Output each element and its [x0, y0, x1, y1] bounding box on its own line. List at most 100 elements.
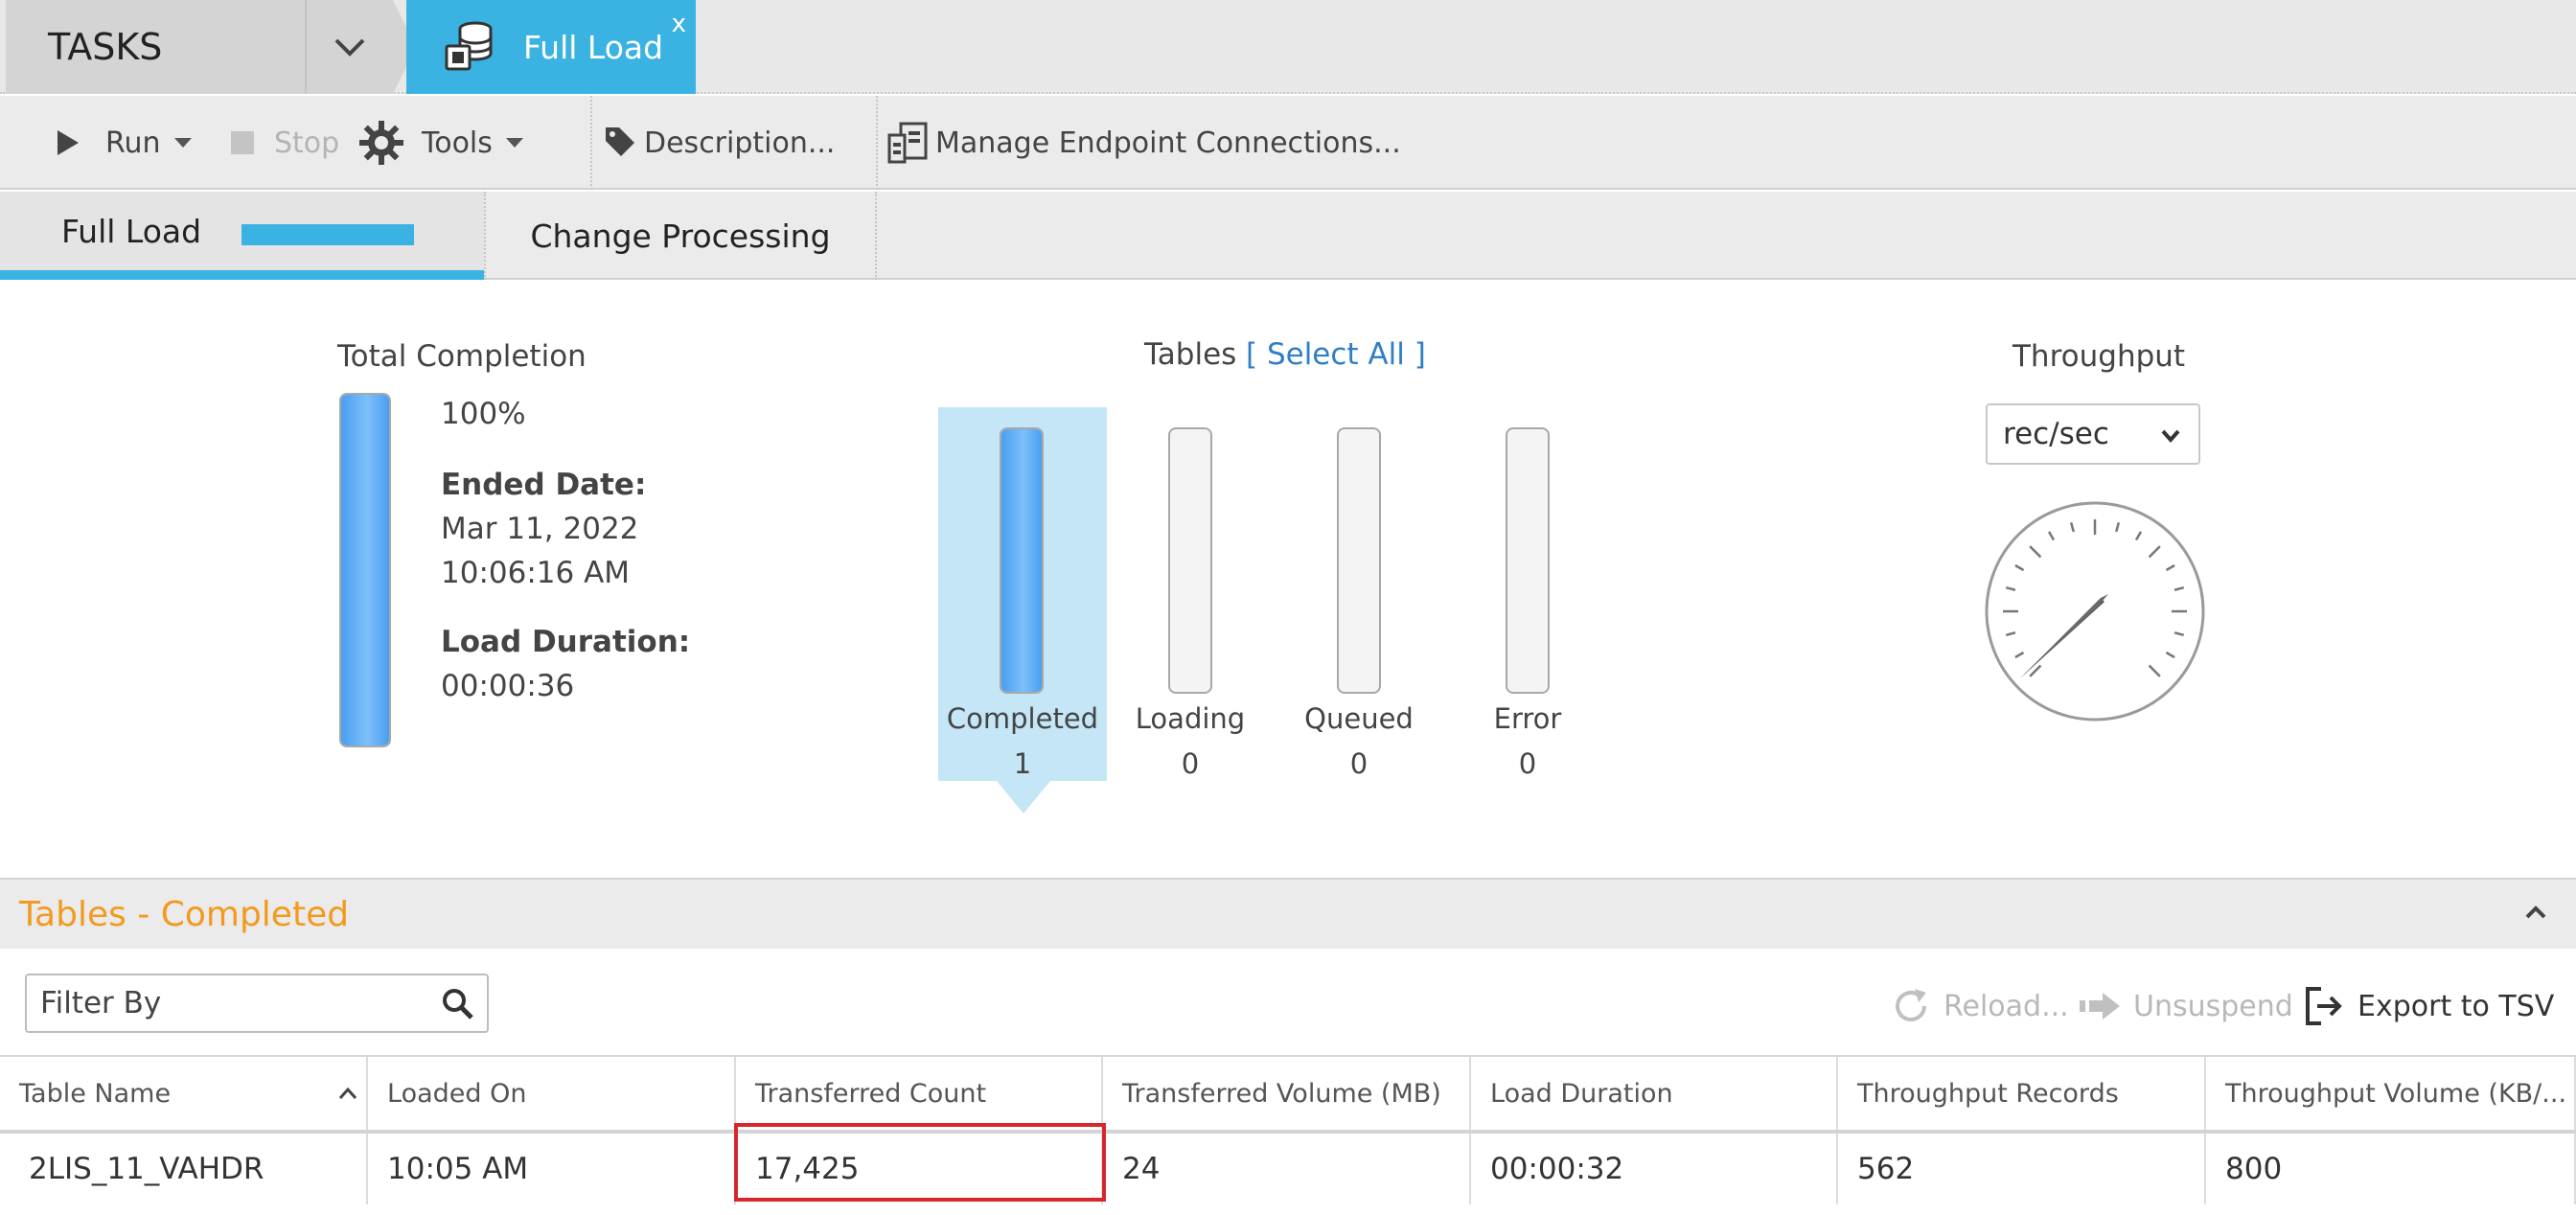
column-header-label: Throughput Records — [1857, 1078, 2119, 1109]
loading-count: 0 — [1181, 747, 1200, 780]
throughput-unit-select[interactable]: rec/sec — [1986, 403, 2200, 465]
reload-label: Reload... — [1944, 989, 2069, 1023]
loading-bar[interactable] — [1168, 427, 1212, 694]
description-button[interactable]: Description... — [604, 96, 835, 190]
stop-label: Stop — [274, 126, 340, 160]
error-label: Error — [1493, 702, 1562, 735]
reload-button[interactable]: Reload... — [1890, 981, 2069, 1031]
search-icon[interactable] — [441, 987, 475, 1021]
unsuspend-label: Unsuspend — [2133, 989, 2293, 1023]
queued-bar[interactable] — [1337, 427, 1381, 694]
full-load-progress-fill — [242, 224, 414, 245]
column-header-label: Transferred Volume (MB) — [1122, 1078, 1441, 1109]
column-header-table-name[interactable]: Table Name — [0, 1057, 368, 1130]
tab-full-load-task[interactable]: Full Load x — [406, 0, 696, 94]
run-label: Run — [105, 126, 161, 160]
completed-bar[interactable] — [1000, 427, 1044, 694]
close-tab-button[interactable]: x — [672, 10, 686, 38]
tables-grid: Table Name Loaded On Transferred Count T… — [0, 1055, 2576, 1215]
gear-icon — [359, 121, 403, 165]
tab-change-processing[interactable]: Change Processing — [484, 192, 877, 280]
tools-label: Tools — [422, 126, 493, 160]
chevron-down-icon — [2161, 429, 2180, 444]
description-label: Description... — [644, 126, 836, 160]
column-header-transferred-volume[interactable]: Transferred Volume (MB) — [1103, 1057, 1471, 1130]
load-duration-value: 00:00:36 — [441, 669, 575, 703]
database-task-icon — [445, 21, 493, 71]
sort-ascending-icon — [338, 1087, 357, 1099]
export-icon — [2306, 987, 2342, 1025]
transferred-count-highlight — [734, 1123, 1106, 1202]
tasks-label: TASKS — [48, 26, 163, 68]
tab-full-load-label: Full Load — [523, 28, 664, 66]
column-header-label: Throughput Volume (KB/... — [2225, 1078, 2567, 1109]
filter-placeholder: Filter By — [40, 986, 162, 1020]
column-header-load-duration[interactable]: Load Duration — [1471, 1057, 1838, 1130]
unsuspend-button[interactable]: Unsuspend — [2078, 981, 2293, 1031]
tab-full-load-label: Full Load — [61, 212, 202, 250]
stop-button[interactable]: Stop — [230, 96, 339, 190]
cell-table-name[interactable]: 2LIS_11_VAHDR — [0, 1134, 368, 1204]
manage-endpoint-connections-button[interactable]: Manage Endpoint Connections... — [887, 96, 1401, 190]
ended-time-value: 10:06:16 AM — [441, 556, 631, 590]
tab-change-processing-label: Change Processing — [530, 217, 831, 255]
column-header-throughput-records[interactable]: Throughput Records — [1838, 1057, 2206, 1130]
run-caret-icon — [173, 138, 192, 148]
error-count: 0 — [1518, 747, 1537, 780]
run-button[interactable]: Run — [56, 96, 192, 190]
select-all-link[interactable]: [ Select All ] — [1246, 337, 1426, 372]
tables-completed-title: Tables - Completed — [19, 894, 350, 934]
toolbar: Run Stop Tools Description... Manage End… — [0, 96, 2576, 190]
completed-bar-fill — [1001, 429, 1042, 692]
tools-button[interactable]: Tools — [358, 96, 523, 190]
view-tabs: Full Load Change Processing — [0, 192, 2576, 280]
completion-percent: 100% — [441, 397, 526, 431]
tables-title: Tables — [1144, 337, 1237, 372]
unsuspend-arrow-icon — [2080, 993, 2120, 1020]
tools-caret-icon — [505, 138, 523, 148]
column-header-loaded-on[interactable]: Loaded On — [368, 1057, 736, 1130]
cell-throughput-records[interactable]: 562 — [1838, 1134, 2206, 1204]
full-load-progress-bar — [242, 224, 414, 245]
toolbar-divider — [876, 96, 878, 190]
export-to-tsv-button[interactable]: Export to TSV — [2304, 981, 2554, 1031]
total-completion-bar — [339, 393, 391, 747]
queued-count: 0 — [1349, 747, 1368, 780]
toolbar-divider — [590, 96, 592, 190]
chevron-down-icon — [334, 38, 365, 57]
column-header-label: Transferred Count — [755, 1078, 987, 1109]
selection-pointer — [997, 781, 1050, 814]
load-duration-label: Load Duration: — [441, 625, 691, 659]
cell-transferred-volume[interactable]: 24 — [1103, 1134, 1471, 1204]
reload-icon — [1896, 989, 1926, 1021]
tasks-tab[interactable]: TASKS — [6, 0, 305, 94]
column-header-label: Table Name — [19, 1078, 172, 1109]
tag-icon — [606, 127, 634, 156]
loading-label: Loading — [1135, 702, 1246, 735]
column-header-transferred-count[interactable]: Transferred Count — [736, 1057, 1103, 1130]
cell-loaded-on[interactable]: 10:05 AM — [368, 1134, 736, 1204]
ended-date-label: Ended Date: — [441, 468, 647, 502]
cell-throughput-volume[interactable]: 800 — [2206, 1134, 2576, 1204]
column-header-label: Loaded On — [387, 1078, 527, 1109]
error-bar[interactable] — [1506, 427, 1550, 694]
export-label: Export to TSV — [2358, 989, 2555, 1023]
manage-endpoints-label: Manage Endpoint Connections... — [935, 126, 1401, 160]
total-completion-title: Total Completion — [337, 339, 586, 374]
throughput-unit-value: rec/sec — [2003, 417, 2109, 451]
filter-input[interactable]: Filter By — [25, 974, 489, 1033]
column-header-throughput-volume[interactable]: Throughput Volume (KB/... — [2206, 1057, 2576, 1130]
play-icon — [58, 130, 79, 155]
throughput-gauge — [1985, 501, 2205, 722]
tab-full-load[interactable]: Full Load — [0, 192, 484, 280]
tables-completed-header: Tables - Completed — [0, 878, 2576, 949]
queued-label: Queued — [1304, 702, 1414, 735]
cell-load-duration[interactable]: 00:00:32 — [1471, 1134, 1838, 1204]
column-header-label: Load Duration — [1490, 1078, 1673, 1109]
collapse-icon[interactable] — [2524, 905, 2547, 920]
throughput-title: Throughput — [2012, 339, 2186, 374]
completed-label: Completed — [946, 702, 1099, 735]
stop-icon — [231, 131, 254, 154]
ended-date-value: Mar 11, 2022 — [441, 512, 639, 546]
tasks-dropdown-button[interactable] — [305, 0, 393, 94]
